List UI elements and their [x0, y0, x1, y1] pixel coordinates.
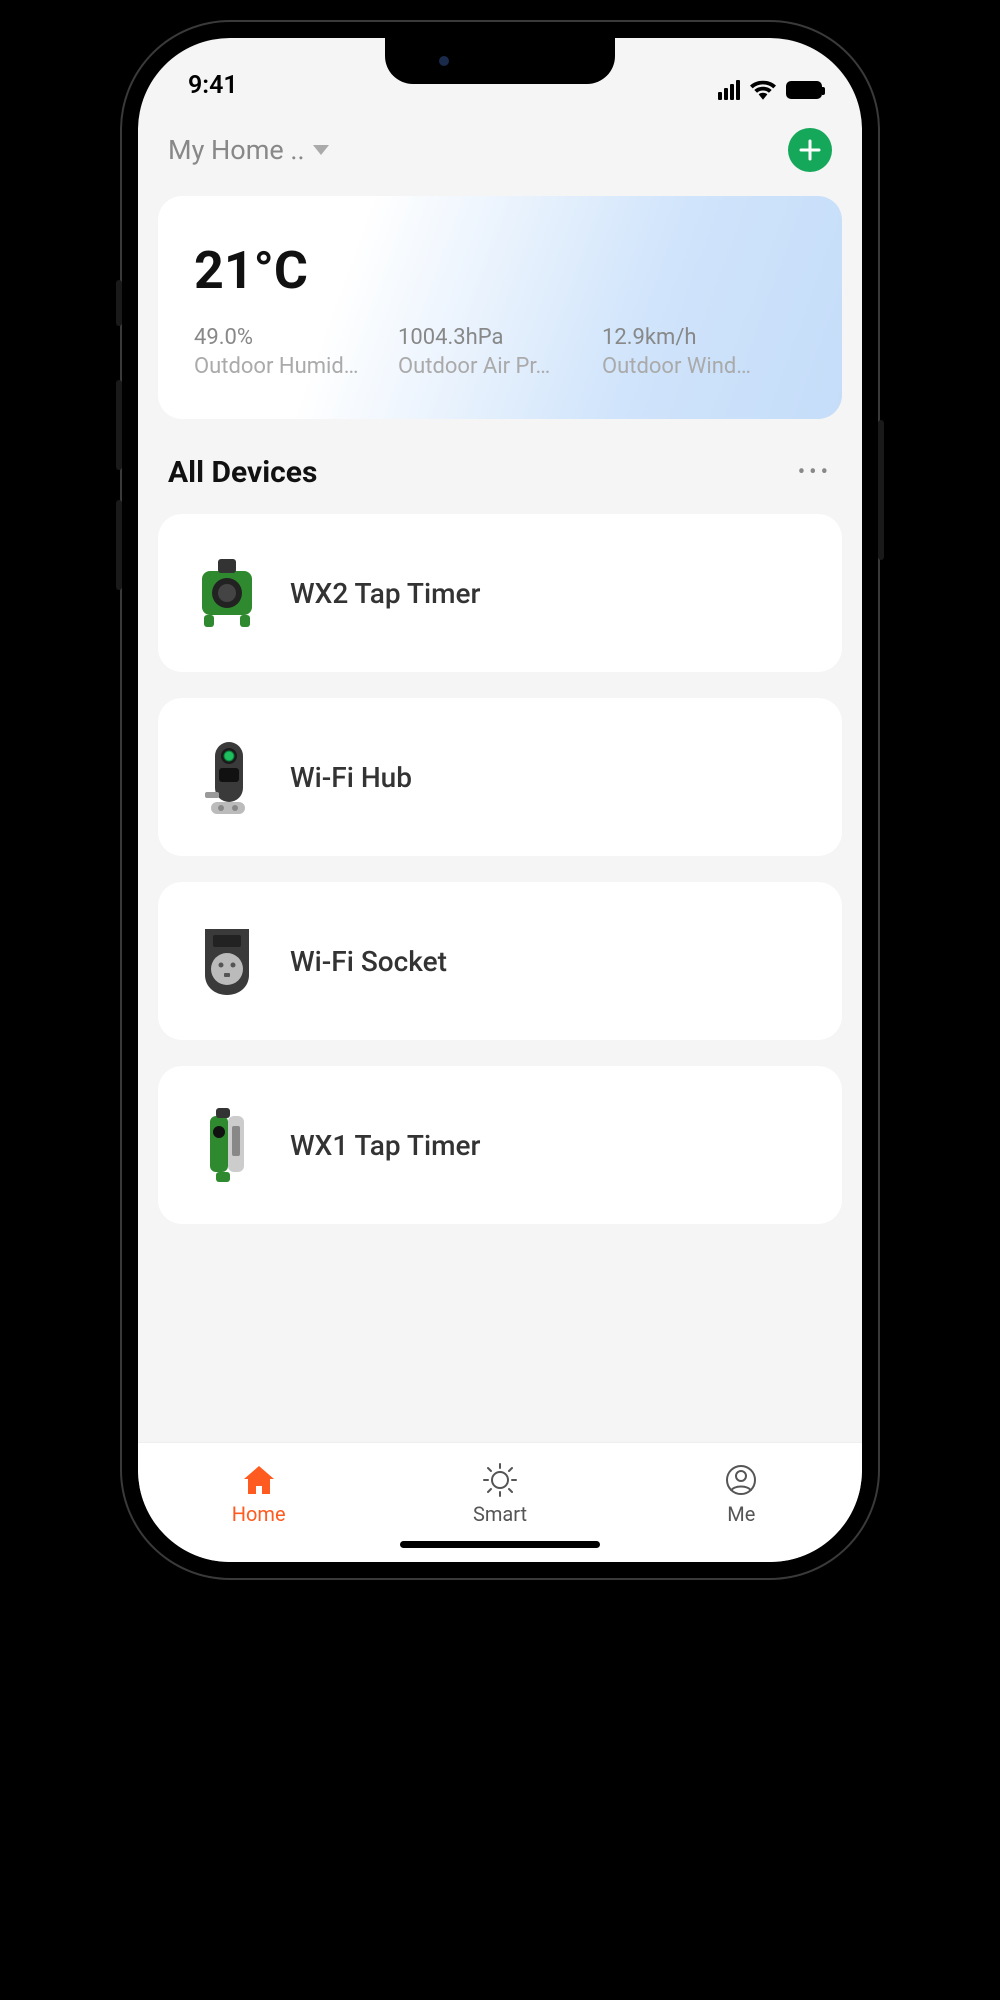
- device-name-label: WX2 Tap Timer: [290, 577, 480, 610]
- phone-screen: 9:41 My Home ..: [138, 38, 862, 1562]
- weather-stats-row: 49.0% Outdoor Humid… 1004.3hPa Outdoor A…: [194, 325, 806, 379]
- weather-stat-pressure: 1004.3hPa Outdoor Air Pr…: [398, 325, 602, 379]
- tab-smart[interactable]: Smart: [379, 1443, 620, 1544]
- weather-stat-label: Outdoor Wind…: [602, 354, 806, 379]
- device-card[interactable]: Wi-Fi Hub: [158, 698, 842, 856]
- weather-stat-humidity: 49.0% Outdoor Humid…: [194, 325, 398, 379]
- phone-side-button: [116, 500, 122, 590]
- device-name-label: WX1 Tap Timer: [290, 1129, 480, 1162]
- section-more-button[interactable]: •••: [798, 460, 832, 485]
- main-content: My Home .. 21°C 49.0% Outdoor Humid…: [138, 108, 862, 1442]
- tap-timer-icon: [192, 1110, 262, 1180]
- weather-card[interactable]: 21°C 49.0% Outdoor Humid… 1004.3hPa Outd…: [158, 196, 842, 419]
- home-selector-label: My Home ..: [168, 134, 305, 166]
- tab-me[interactable]: Me: [621, 1443, 862, 1544]
- weather-stat-wind: 12.9km/h Outdoor Wind…: [602, 325, 806, 379]
- device-card[interactable]: WX2 Tap Timer: [158, 514, 842, 672]
- weather-stat-value: 12.9km/h: [602, 325, 806, 350]
- wifi-socket-icon: [192, 926, 262, 996]
- tab-home[interactable]: Home: [138, 1443, 379, 1544]
- device-card[interactable]: Wi-Fi Socket: [158, 882, 842, 1040]
- weather-stat-value: 49.0%: [194, 325, 398, 350]
- tap-timer-icon: [192, 558, 262, 628]
- phone-notch: [385, 38, 615, 84]
- wifi-icon: [750, 80, 776, 100]
- phone-side-button: [878, 420, 884, 560]
- home-indicator[interactable]: [400, 1541, 600, 1548]
- section-title: All Devices: [168, 455, 317, 490]
- tab-label: Home: [232, 1502, 286, 1526]
- device-name-label: Wi-Fi Hub: [290, 761, 412, 794]
- phone-frame: 9:41 My Home ..: [120, 20, 880, 1580]
- tab-label: Me: [727, 1502, 755, 1526]
- chevron-down-icon: [313, 145, 329, 155]
- weather-stat-value: 1004.3hPa: [398, 325, 602, 350]
- home-icon: [241, 1462, 277, 1498]
- app-header: My Home ..: [158, 108, 842, 196]
- weather-stat-label: Outdoor Humid…: [194, 354, 398, 379]
- device-name-label: Wi-Fi Socket: [290, 945, 447, 978]
- device-card[interactable]: WX1 Tap Timer: [158, 1066, 842, 1224]
- weather-stat-label: Outdoor Air Pr…: [398, 354, 602, 379]
- battery-icon: [786, 81, 822, 99]
- person-icon: [723, 1462, 759, 1498]
- status-time: 9:41: [188, 71, 238, 100]
- tab-label: Smart: [473, 1502, 527, 1526]
- phone-side-button: [116, 380, 122, 470]
- sun-icon: [482, 1462, 518, 1498]
- plus-icon: [799, 139, 821, 161]
- wifi-hub-icon: [192, 742, 262, 812]
- devices-section-header: All Devices •••: [158, 447, 842, 514]
- status-indicators: [718, 80, 822, 100]
- temperature-value: 21°C: [194, 240, 806, 301]
- home-selector[interactable]: My Home ..: [168, 134, 329, 166]
- phone-side-button: [116, 280, 122, 326]
- cellular-signal-icon: [718, 80, 740, 100]
- add-device-button[interactable]: [788, 128, 832, 172]
